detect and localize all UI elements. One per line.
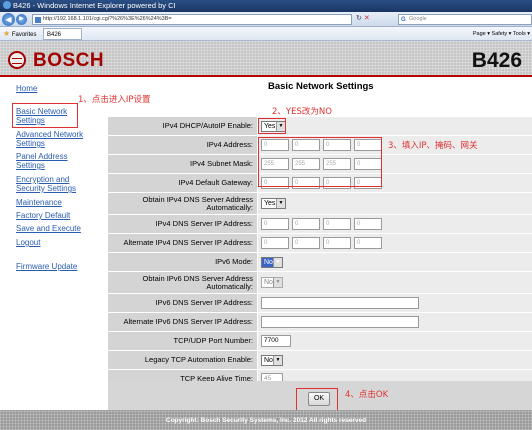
alt-dns4-octet-input[interactable]: 0 [354, 237, 382, 249]
obtain-dns4-label: Obtain IPv4 DNS Server Address Automatic… [108, 193, 257, 215]
bosch-logo-icon [8, 51, 26, 69]
alt-dns4-octet-input[interactable]: 0 [292, 237, 320, 249]
dns4-label: IPv4 DNS Server IP Address: [108, 215, 257, 234]
forward-icon[interactable]: ▶ [16, 14, 27, 25]
favorites-bar: ★ Favorites B426 Page ▾ Safety ▾ Tools ▾ [0, 27, 532, 41]
row-tcp-port: TCP/UDP Port Number: 7700 [108, 332, 532, 351]
nav-factory-default[interactable]: Factory Default [16, 211, 96, 220]
nav-panel-address-settings[interactable]: Panel Address Settings [16, 152, 74, 170]
dropdown-arrow-icon: ▼ [276, 199, 285, 208]
footer-copyright: Copyright: Bosch Security Systems, Inc. … [0, 410, 532, 430]
dns4-octet-input[interactable]: 0 [323, 218, 351, 230]
ie-icon [3, 1, 11, 9]
search-placeholder: Google [409, 16, 427, 22]
row-dns4: IPv4 DNS Server IP Address: 0 0 0 0 [108, 215, 532, 234]
url-input[interactable]: http://192.168.1.101/cgi.cgi?%26%3E%26%2… [32, 14, 352, 25]
annotation-step-3: 3、填入IP、掩码、网关 [388, 141, 478, 151]
dhcp-label: IPv4 DHCP/AutoIP Enable: [108, 117, 257, 136]
page-favicon-icon [35, 17, 41, 23]
alt-dns6-label: Alternate IPv6 DNS Server IP Address: [108, 313, 257, 332]
stop-icon[interactable]: ✕ [364, 15, 370, 22]
obtain-dns4-select[interactable]: Yes ▼ [261, 198, 286, 209]
obtain-dns6-label: Obtain IPv6 DNS Server Address Automatic… [108, 272, 257, 294]
alt-dns4-octet-input[interactable]: 0 [261, 237, 289, 249]
row-alt-dns4: Alternate IPv4 DNS Server IP Address: 0 … [108, 234, 532, 253]
annotation-box-nav [12, 103, 78, 128]
tcp-port-input[interactable]: 7700 [261, 335, 291, 347]
alt-dns4-label: Alternate IPv4 DNS Server IP Address: [108, 234, 257, 253]
tcp-port-label: TCP/UDP Port Number: [108, 332, 257, 351]
favorites-label: Favorites [11, 32, 37, 38]
alt-dns4-octet-input[interactable]: 0 [323, 237, 351, 249]
gateway-label: IPv4 Default Gateway: [108, 174, 257, 193]
browser-tab[interactable]: B426 [43, 28, 83, 40]
window-titlebar: B426 - Windows Internet Explorer powered… [0, 0, 532, 12]
dns4-octet-input[interactable]: 0 [354, 218, 382, 230]
dns6-input[interactable] [261, 297, 419, 309]
refresh-icon[interactable]: ↻ [356, 15, 362, 22]
ipv6-mode-label: IPv6 Mode: [108, 253, 257, 272]
model-name: B426 [471, 49, 522, 72]
main-content: Basic Network Settings IPv4 DHCP/AutoIP … [100, 79, 532, 410]
nav-firmware-update[interactable]: Firmware Update [16, 262, 96, 271]
left-nav: Home Basic Network Settings Advanced Net… [0, 79, 100, 410]
dns6-label: IPv6 DNS Server IP Address: [108, 294, 257, 313]
brand-logo-text: BOSCH [33, 50, 105, 71]
nav-logout[interactable]: Logout [16, 238, 96, 247]
address-actions: ↻ ✕ [356, 14, 370, 22]
legacy-tcp-value: No [264, 356, 273, 364]
row-ipv6-mode: IPv6 Mode: No ▼ [108, 253, 532, 272]
row-obtain-dns4: Obtain IPv4 DNS Server Address Automatic… [108, 193, 532, 215]
bosch-header: BOSCH B426 [0, 41, 532, 77]
dropdown-arrow-icon: ▼ [273, 355, 282, 365]
row-dns6: IPv6 DNS Server IP Address: [108, 294, 532, 313]
obtain-dns4-value: Yes [264, 200, 276, 207]
ipv6-mode-value: No [264, 258, 273, 266]
star-icon: ★ [3, 29, 11, 38]
annotation-step-2: 2、YES改为NO [272, 107, 332, 117]
row-alt-dns6: Alternate IPv6 DNS Server IP Address: [108, 313, 532, 332]
dropdown-arrow-icon: ▼ [273, 257, 282, 267]
subnet-mask-label: IPv4 Subnet Mask: [108, 155, 257, 174]
nav-save-and-execute[interactable]: Save and Execute [16, 224, 96, 233]
dns4-octet-input[interactable]: 0 [261, 218, 289, 230]
ipv4-address-label: IPv4 Address: [108, 136, 257, 155]
annotation-box-ip [258, 137, 382, 187]
ipv6-mode-select[interactable]: No ▼ [261, 256, 283, 268]
alt-dns6-input[interactable] [261, 316, 419, 328]
legacy-tcp-label: Legacy TCP Automation Enable: [108, 351, 257, 370]
legacy-tcp-select[interactable]: No ▼ [261, 354, 283, 366]
row-legacy-tcp: Legacy TCP Automation Enable: No ▼ [108, 351, 532, 370]
annotation-box-dhcp [258, 118, 286, 134]
dropdown-arrow-icon: ▼ [273, 278, 282, 287]
search-input[interactable]: G Google [398, 14, 532, 25]
annotation-step-1: 1、点击进入IP设置 [78, 95, 151, 105]
dns4-octet-input[interactable]: 0 [292, 218, 320, 230]
obtain-dns6-select[interactable]: No ▼ [261, 277, 283, 288]
favorites-button[interactable]: ★ Favorites [3, 27, 37, 42]
row-dhcp: IPv4 DHCP/AutoIP Enable: Yes ▼ [108, 117, 532, 136]
url-text: http://192.168.1.101/cgi.cgi?%26%3E%26%2… [43, 16, 172, 22]
window-title: B426 - Windows Internet Explorer powered… [13, 1, 176, 10]
back-icon[interactable]: ◀ [2, 13, 15, 26]
annotation-box-ok [296, 388, 338, 412]
nav-advanced-network-settings[interactable]: Advanced Network Settings [16, 130, 86, 148]
google-icon: G [401, 17, 406, 23]
command-bar[interactable]: Page ▾ Safety ▾ Tools ▾ [473, 27, 530, 41]
row-obtain-dns6: Obtain IPv6 DNS Server Address Automatic… [108, 272, 532, 294]
address-bar: ◀ ▶ http://192.168.1.101/cgi.cgi?%26%3E%… [0, 12, 532, 27]
annotation-step-4: 4、点击OK [345, 390, 389, 400]
nav-maintenance[interactable]: Maintenance [16, 198, 96, 207]
obtain-dns6-value: No [264, 279, 273, 286]
nav-home[interactable]: Home [16, 84, 96, 93]
nav-encryption-security-settings[interactable]: Encryption and Security Settings [16, 175, 78, 193]
page-title: Basic Network Settings [268, 81, 374, 92]
